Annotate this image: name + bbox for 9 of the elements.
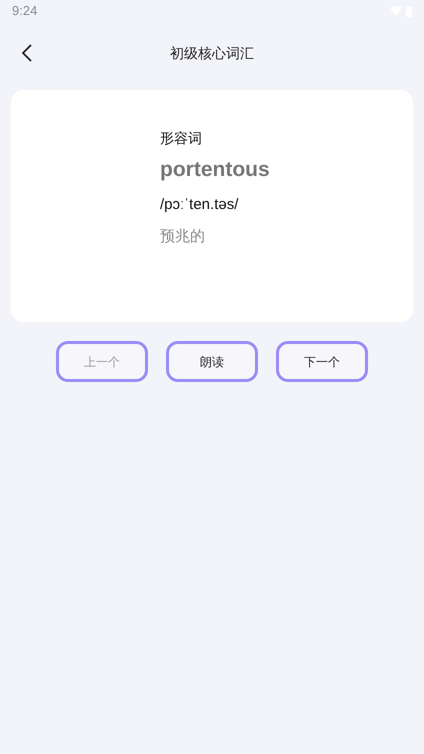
back-icon xyxy=(22,44,32,62)
nav-button[interactable]: 下一个 xyxy=(276,341,368,382)
part-of-speech: 形容词 xyxy=(160,129,203,148)
status-time: 9:24 xyxy=(12,2,38,20)
word-text: portentous xyxy=(160,157,271,183)
meaning-text: 预兆的 xyxy=(160,227,206,247)
nav-button[interactable]: 朗读 xyxy=(166,341,258,382)
page-title: 初级核心词汇 xyxy=(170,44,254,62)
phonetic-text: /pɔːˈten.təs/ xyxy=(160,195,240,215)
